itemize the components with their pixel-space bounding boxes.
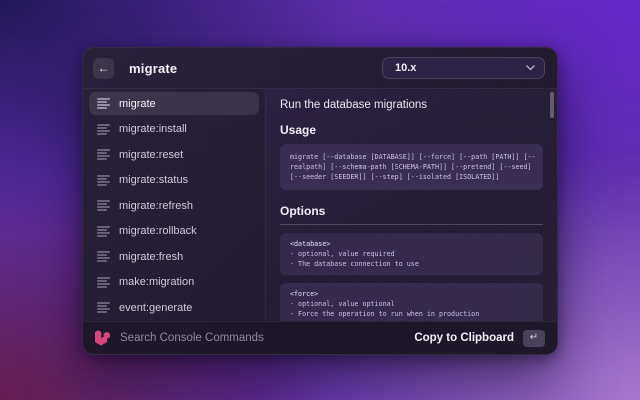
chevron-down-icon <box>526 63 535 73</box>
enter-key-icon: ↵ <box>523 330 545 347</box>
sidebar-item-event-generate[interactable]: event:generate <box>89 296 259 319</box>
sidebar-item-label: migrate:fresh <box>119 251 183 263</box>
command-lines-icon <box>97 124 110 135</box>
command-lines-icon <box>97 226 110 237</box>
option-block-database: <database> - optional, value required - … <box>280 233 543 275</box>
option-block-force: <force> - optional, value optional - For… <box>280 283 543 321</box>
usage-code-block: migrate [--database [DATABASE]] [--force… <box>280 144 543 190</box>
option-detail-line: - Force the operation to run when in pro… <box>290 309 533 319</box>
window-body: migrate migrate:install migrate:reset mi… <box>83 89 557 321</box>
sidebar-item-label: migrate:refresh <box>119 200 193 212</box>
command-lines-icon <box>97 98 110 109</box>
back-button[interactable]: ← <box>93 58 114 79</box>
laravel-logo-icon <box>95 330 110 346</box>
sidebar-item-label: make:migration <box>119 276 194 288</box>
command-sidebar: migrate migrate:install migrate:reset mi… <box>83 89 266 321</box>
command-description: Run the database migrations <box>280 99 543 111</box>
command-lines-icon <box>97 200 110 211</box>
sidebar-item-migrate-rollback[interactable]: migrate:rollback <box>89 220 259 243</box>
sidebar-item-label: migrate:status <box>119 174 188 186</box>
option-detail-line: - The database connection to use <box>290 259 533 269</box>
sidebar-item-migrate[interactable]: migrate <box>89 92 259 115</box>
command-lines-icon <box>97 302 110 313</box>
sidebar-item-label: migrate:rollback <box>119 225 197 237</box>
option-detail-line: - optional, value required <box>290 249 533 259</box>
sidebar-item-migrate-refresh[interactable]: migrate:refresh <box>89 194 259 217</box>
option-detail-line: - optional, value optional <box>290 299 533 309</box>
usage-heading: Usage <box>280 123 543 137</box>
copy-to-clipboard-button[interactable]: Copy to Clipboard ↵ <box>414 330 545 347</box>
command-lines-icon <box>97 175 110 186</box>
version-dropdown-value: 10.x <box>395 62 416 74</box>
sidebar-item-migrate-install[interactable]: migrate:install <box>89 118 259 141</box>
code-line: [--seeder [SEEDER]] [--step] [--isolated… <box>290 172 533 182</box>
sidebar-item-migrate-status[interactable]: migrate:status <box>89 169 259 192</box>
command-lines-icon <box>97 149 110 160</box>
sidebar-item-label: migrate:install <box>119 123 187 135</box>
command-lines-icon <box>97 251 110 262</box>
option-name: <force> <box>290 289 533 299</box>
code-line: realpath] [--schema-path [SCHEMA-PATH]] … <box>290 162 533 172</box>
command-lines-icon <box>97 277 110 288</box>
page-title: migrate <box>129 61 177 76</box>
window-footer: Search Console Commands Copy to Clipboar… <box>83 321 557 354</box>
back-arrow-icon: ← <box>98 61 110 75</box>
code-line: migrate [--database [DATABASE]] [--force… <box>290 152 533 162</box>
option-name: <database> <box>290 239 533 249</box>
sidebar-item-migrate-fresh[interactable]: migrate:fresh <box>89 245 259 268</box>
command-detail-panel: Run the database migrations Usage migrat… <box>266 89 557 321</box>
options-heading: Options <box>280 204 543 225</box>
command-palette-window: ← migrate 10.x migrate migrate:insta <box>82 47 558 355</box>
search-console-commands-label: Search Console Commands <box>120 332 264 344</box>
window-header: ← migrate 10.x <box>83 48 557 89</box>
version-dropdown[interactable]: 10.x <box>382 57 545 79</box>
sidebar-item-migrate-reset[interactable]: migrate:reset <box>89 143 259 166</box>
sidebar-item-label: migrate:reset <box>119 149 183 161</box>
copy-to-clipboard-label: Copy to Clipboard <box>414 332 514 344</box>
sidebar-item-make-migration[interactable]: make:migration <box>89 271 259 294</box>
sidebar-item-label: event:generate <box>119 302 192 314</box>
sidebar-item-label: migrate <box>119 98 156 110</box>
content-scrollbar[interactable] <box>550 92 554 118</box>
